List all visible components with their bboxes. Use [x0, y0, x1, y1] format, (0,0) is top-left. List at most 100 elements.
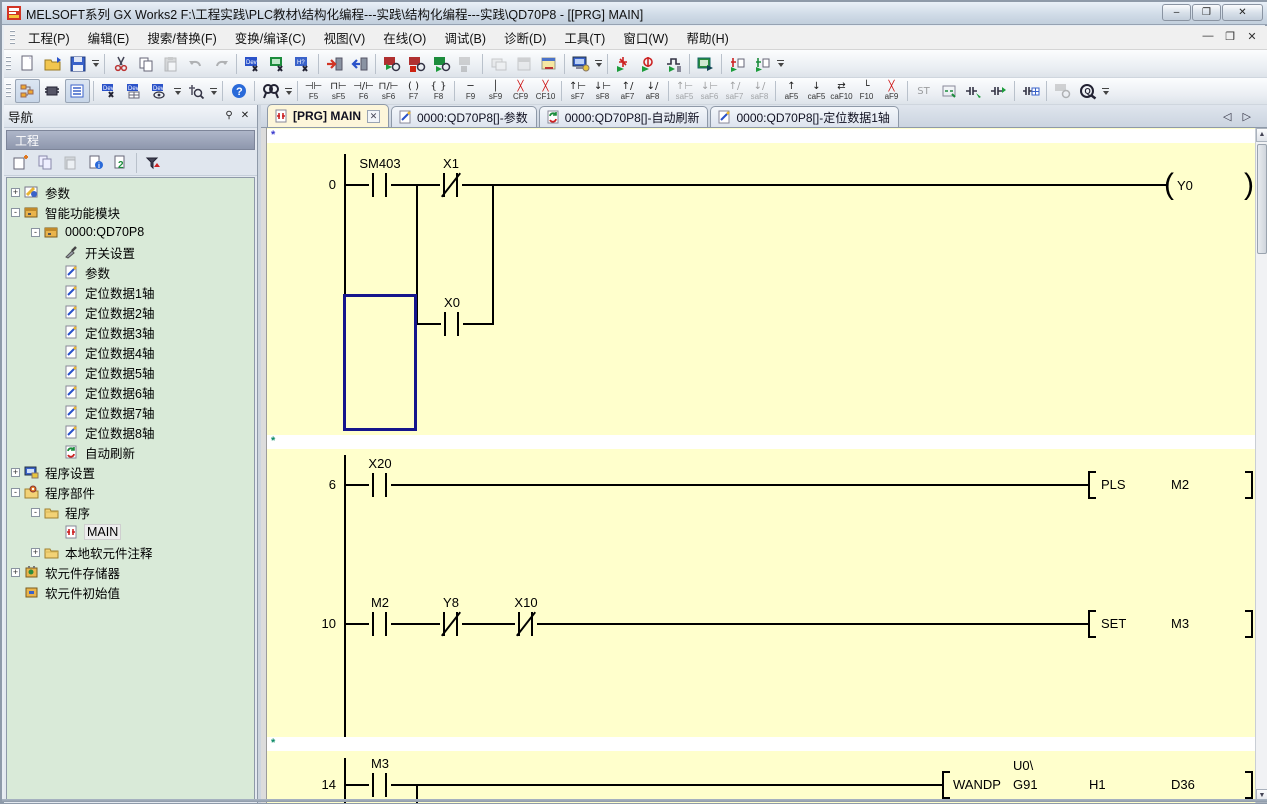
- nav-close-icon[interactable]: ✕: [237, 109, 253, 124]
- ladder-tool-af8-icon[interactable]: ↓/ aF8: [640, 79, 665, 104]
- find-icon[interactable]: [258, 79, 283, 103]
- menu-item-5[interactable]: 在线(O): [374, 25, 435, 50]
- monitor-start-icon[interactable]: [379, 52, 404, 76]
- monitor-write-mode-icon[interactable]: [429, 52, 454, 76]
- tree-expander-icon[interactable]: -: [31, 508, 40, 517]
- menu-item-3[interactable]: 变换/编译(C): [226, 25, 315, 50]
- device-batch-monitor-icon[interactable]: [265, 52, 290, 76]
- project-info-icon[interactable]: i: [83, 151, 108, 175]
- new-project-icon[interactable]: [15, 52, 40, 76]
- paste-item-icon[interactable]: [58, 151, 83, 175]
- contact-x1-nc[interactable]: [440, 173, 462, 197]
- ladder-toolbar-overflow[interactable]: [1100, 80, 1111, 102]
- device-comment-edit-icon[interactable]: Dev: [97, 79, 122, 103]
- ladder-tool-f7-icon[interactable]: ( ) F7: [401, 79, 426, 104]
- tree-item[interactable]: 定位数据3轴: [51, 322, 154, 342]
- ladder-tool-cf9-icon[interactable]: ╳ CF9: [508, 79, 533, 104]
- menubar-grip[interactable]: [10, 30, 15, 46]
- ladder-tool-caf5-icon[interactable]: ↓ caF5: [804, 79, 829, 104]
- tree-item[interactable]: MAIN: [51, 522, 120, 542]
- sort-filter-icon[interactable]: [140, 151, 165, 175]
- contact-m3[interactable]: [369, 773, 391, 797]
- ladder-tool-f6-icon[interactable]: ⊣/⊢ F6: [351, 79, 376, 104]
- toolbar2-grip[interactable]: [6, 83, 11, 99]
- tree-item[interactable]: 定位数据6轴: [51, 382, 154, 402]
- device-search-dropdown[interactable]: [208, 80, 219, 102]
- tree-item[interactable]: - 0000:QD70P8: [31, 222, 144, 242]
- pc-communication-icon[interactable]: [568, 52, 593, 76]
- ladder-monitor-target-icon[interactable]: [636, 52, 661, 76]
- contact-x10-nc[interactable]: [515, 612, 537, 636]
- instruction-operand[interactable]: M2: [1171, 477, 1189, 492]
- menu-item-8[interactable]: 工具(T): [555, 25, 614, 50]
- ladder-tool-st-icon[interactable]: ST: [911, 79, 936, 104]
- contact-y8-nc[interactable]: [440, 612, 462, 636]
- menu-item-4[interactable]: 视图(V): [315, 25, 375, 50]
- menu-item-6[interactable]: 调试(B): [435, 25, 495, 50]
- contact-m2[interactable]: [369, 612, 391, 636]
- edit-ladder-block-icon[interactable]: [961, 79, 986, 103]
- watch-stop-icon[interactable]: [750, 52, 775, 76]
- menu-item-9[interactable]: 窗口(W): [614, 25, 677, 50]
- program-run-window-icon[interactable]: [693, 52, 718, 76]
- tree-item[interactable]: 定位数据2轴: [51, 302, 154, 322]
- ladder-tool-af5-icon[interactable]: ↑ aF5: [779, 79, 804, 104]
- ladder-cursor[interactable]: [343, 294, 417, 431]
- statement-row[interactable]: *: [267, 129, 1258, 143]
- instruction-mnemonic[interactable]: WANDP: [953, 777, 1001, 792]
- ladder-tool-saf6-icon[interactable]: ↓⊢ saF6: [697, 79, 722, 104]
- statement-edit-icon[interactable]: [986, 79, 1011, 103]
- redo-icon[interactable]: [208, 52, 233, 76]
- tab-scroll-arrows[interactable]: ◁ ▷: [1223, 110, 1255, 123]
- ladder-tool-af7-icon[interactable]: ↑/ aF7: [615, 79, 640, 104]
- find-toolbar-overflow[interactable]: [283, 80, 294, 102]
- ladder-tool-sf6-icon[interactable]: ⊓/⊢ sF6: [376, 79, 401, 104]
- help-icon[interactable]: ?: [226, 79, 251, 103]
- instruction-operand[interactable]: M3: [1171, 616, 1189, 631]
- menu-item-7[interactable]: 诊断(D): [495, 25, 555, 50]
- pulse-monitor-icon[interactable]: [661, 52, 686, 76]
- toolbar-grip[interactable]: [6, 56, 11, 72]
- ladder-tool-af9-icon[interactable]: ╳ aF9: [879, 79, 904, 104]
- intelligent-function-window-icon[interactable]: [536, 52, 561, 76]
- document-tab-0[interactable]: [PRG] MAIN ✕: [267, 104, 389, 127]
- tree-expander-icon[interactable]: -: [11, 488, 20, 497]
- zoom-icon[interactable]: Q: [1075, 79, 1100, 103]
- ladder-tool-saf5-icon[interactable]: ↑⊢ saF5: [672, 79, 697, 104]
- read-from-plc-icon[interactable]: [347, 52, 372, 76]
- ladder-editor[interactable]: * * * 0 SM403 X1 X0 (: [261, 128, 1258, 803]
- tree-item[interactable]: - 智能功能模块: [11, 202, 120, 222]
- menu-item-1[interactable]: 编辑(E): [79, 25, 139, 50]
- scrollbar-thumb[interactable]: [1257, 144, 1267, 254]
- contact-x20[interactable]: [369, 473, 391, 497]
- file-toolbar-overflow[interactable]: [90, 53, 101, 75]
- instruction-operand[interactable]: D36: [1171, 777, 1195, 792]
- document-tab-3[interactable]: 0000:QD70P8[]-定位数据1轴: [710, 106, 898, 127]
- ladder-tool-saf7-icon[interactable]: ↑/ saF7: [722, 79, 747, 104]
- watch-start-icon[interactable]: [725, 52, 750, 76]
- tree-expander-icon[interactable]: +: [11, 468, 20, 477]
- open-project-icon[interactable]: [40, 52, 65, 76]
- tree-item[interactable]: + 程序设置: [11, 462, 95, 482]
- ladder-monitor-start-icon[interactable]: [611, 52, 636, 76]
- tree-item[interactable]: - 程序部件: [11, 482, 95, 502]
- title-bar[interactable]: MELSOFT系列 GX Works2 F:\工程实践\PLC教材\结构化编程-…: [2, 2, 1267, 25]
- tree-item[interactable]: 参数: [51, 262, 110, 282]
- tree-item[interactable]: - 程序: [31, 502, 90, 522]
- instruction-operand[interactable]: H1: [1089, 777, 1106, 792]
- contact-x0[interactable]: [441, 312, 463, 336]
- instruction-mnemonic[interactable]: PLS: [1101, 477, 1126, 492]
- refresh-view-icon[interactable]: 2: [108, 151, 133, 175]
- device-comment-monitor-icon[interactable]: Dev: [240, 52, 265, 76]
- write-to-plc-icon[interactable]: [322, 52, 347, 76]
- undo-icon[interactable]: [183, 52, 208, 76]
- statement-row[interactable]: *: [267, 435, 1258, 449]
- monitor-stop-icon[interactable]: [404, 52, 429, 76]
- copy-icon[interactable]: [133, 52, 158, 76]
- tree-item[interactable]: 定位数据8轴: [51, 422, 154, 442]
- ladder-tool-caf10-icon[interactable]: ⇄ caF10: [829, 79, 854, 104]
- tab-close-icon[interactable]: ✕: [367, 110, 380, 123]
- statement-row[interactable]: *: [267, 737, 1258, 751]
- program-list-icon[interactable]: [65, 79, 90, 103]
- ladder-tool-f8-icon[interactable]: { } F8: [426, 79, 451, 104]
